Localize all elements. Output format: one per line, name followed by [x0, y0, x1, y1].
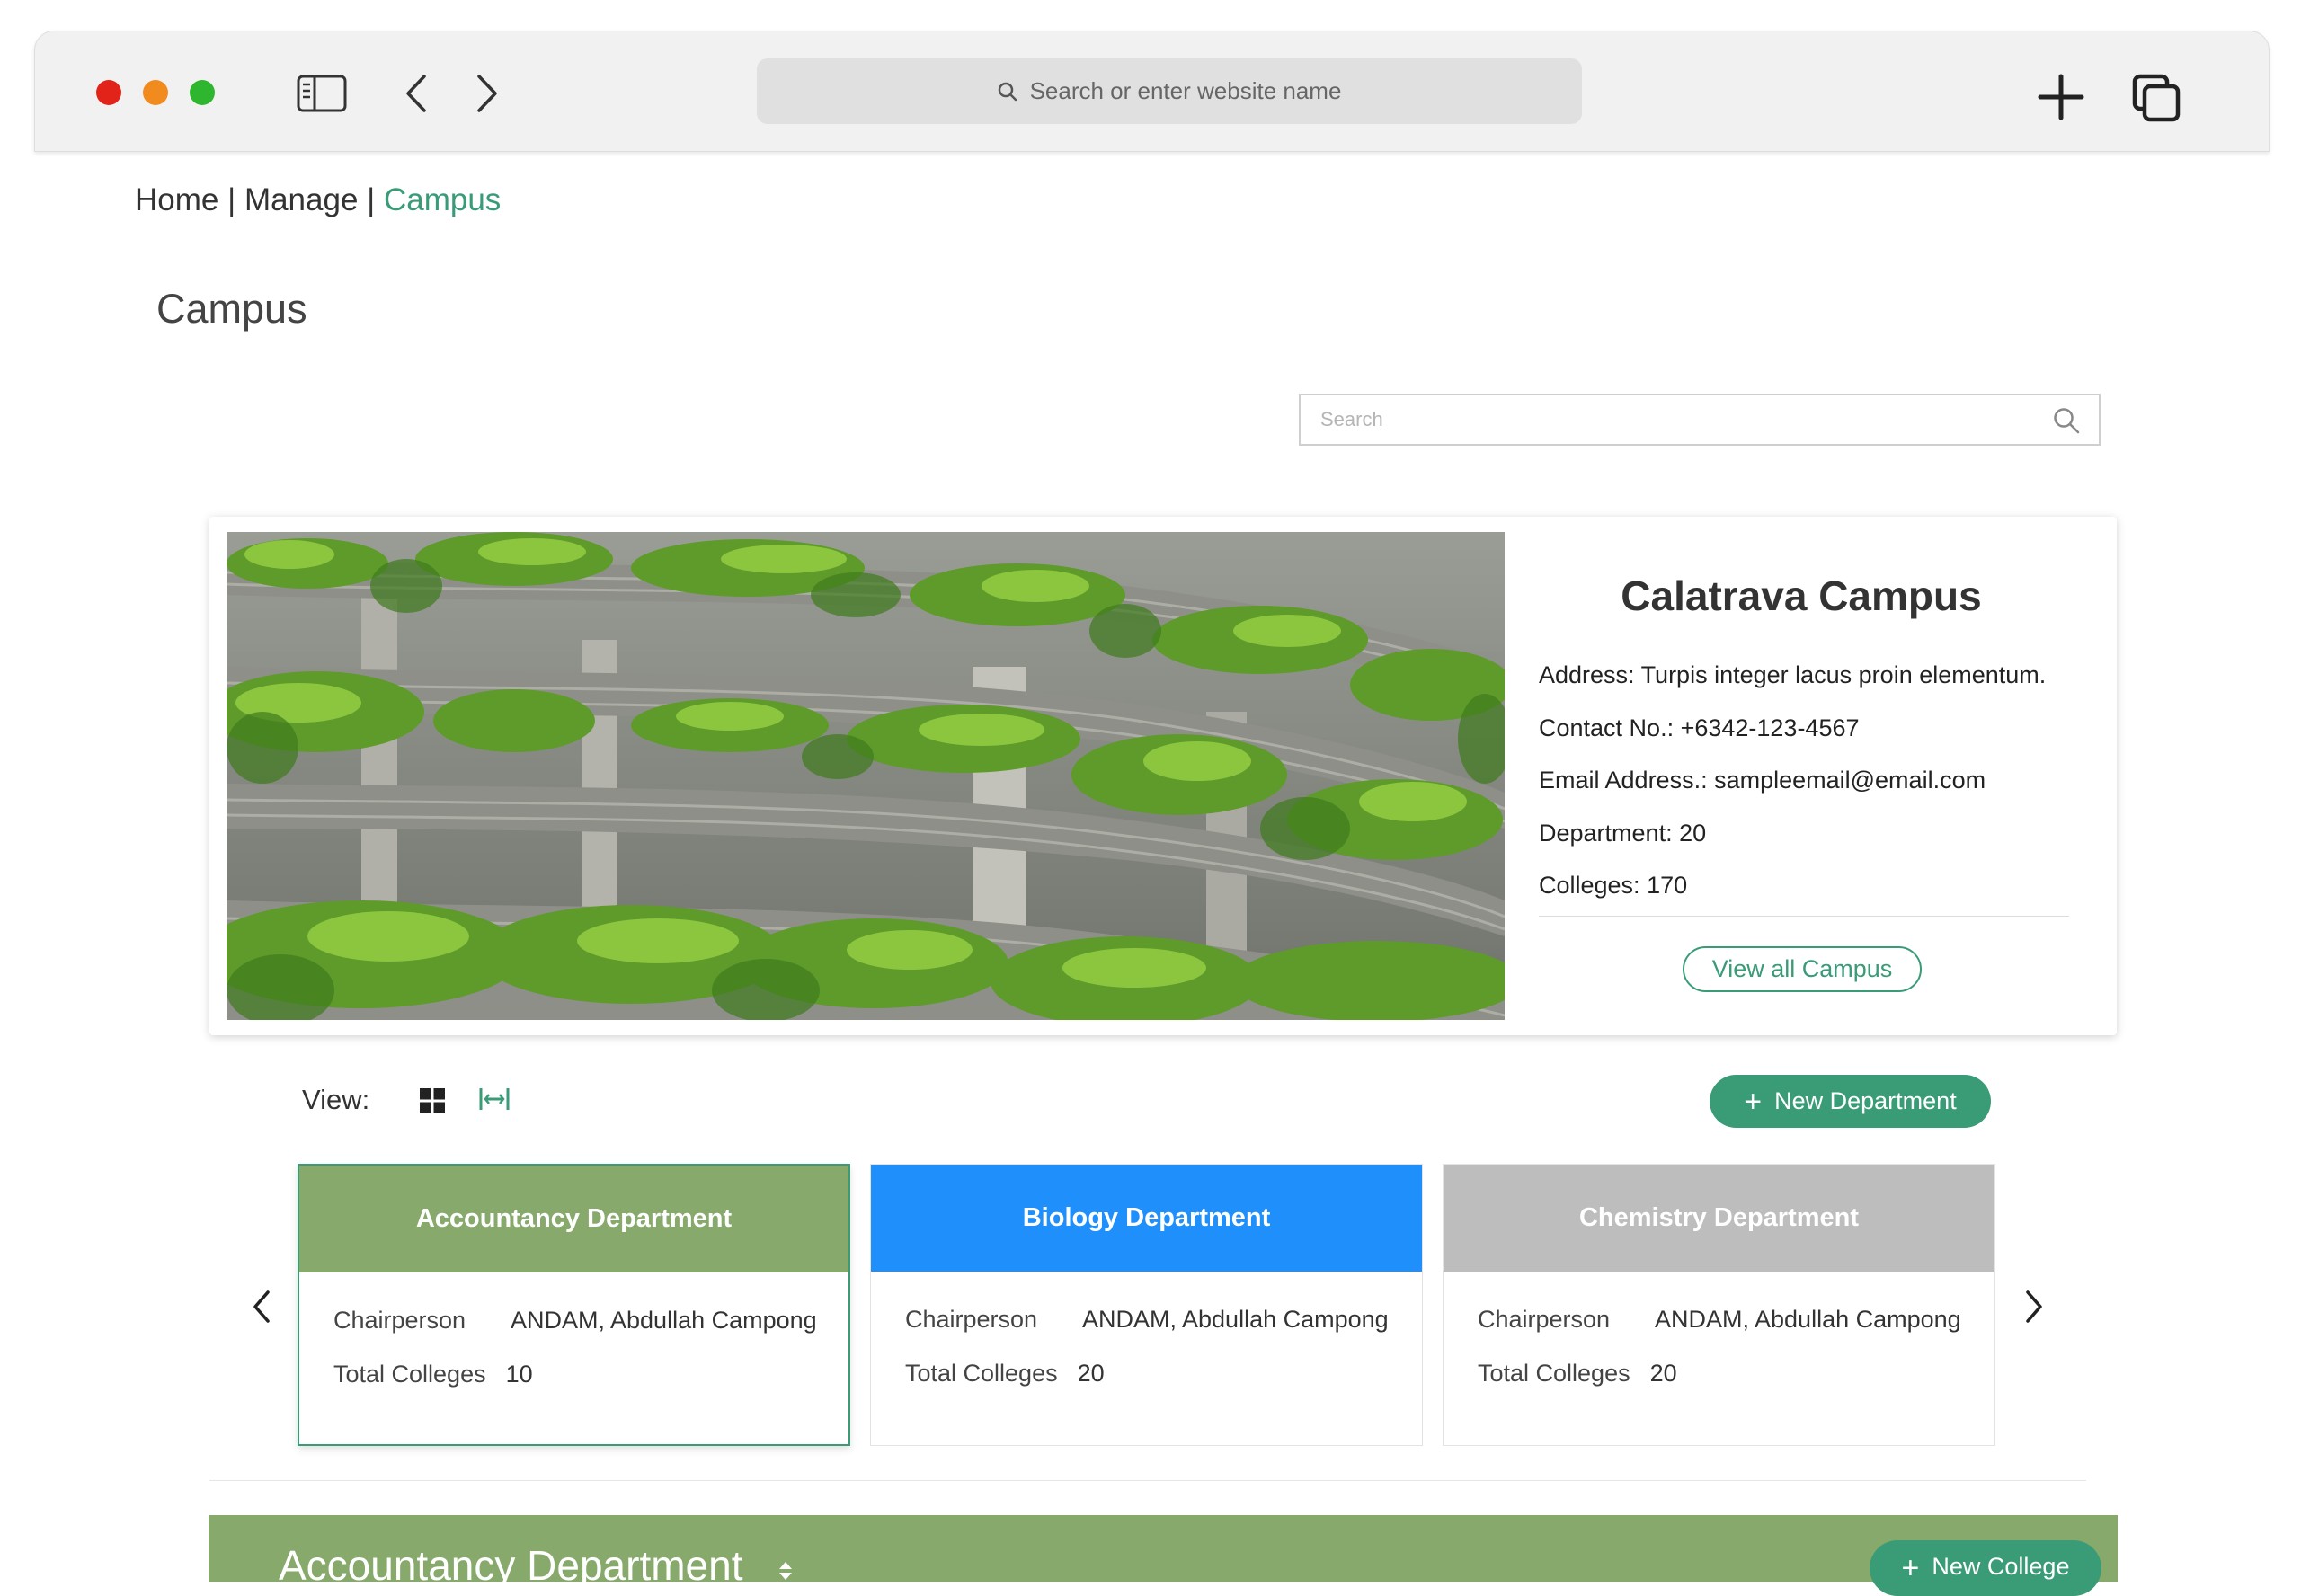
campus-photo [227, 532, 1505, 1020]
url-placeholder: Search or enter website name [1029, 77, 1342, 104]
selected-department-title: Accountancy Department [279, 1542, 743, 1589]
total-colleges-value: 20 [1649, 1360, 1677, 1387]
back-icon[interactable] [403, 73, 430, 119]
plus-icon: + [1901, 1551, 1920, 1585]
total-colleges-label: Total Colleges [1478, 1360, 1630, 1387]
campus-address: Address: Turpis integer lacus proin elem… [1539, 661, 2047, 688]
url-bar[interactable]: Search or enter website name [757, 58, 1582, 124]
page-title: Campus [156, 286, 307, 332]
campus-email: Email Address.: sampleemail@email.com [1539, 767, 1986, 794]
forward-icon[interactable] [474, 73, 501, 119]
new-department-button[interactable]: + New Department [1710, 1075, 1991, 1128]
total-colleges-value: 20 [1077, 1360, 1105, 1387]
minimize-window-button[interactable] [143, 80, 168, 105]
total-colleges-label: Total Colleges [333, 1361, 486, 1388]
search-icon[interactable] [2052, 406, 2081, 435]
breadcrumb-separator: | [227, 182, 236, 217]
divider [209, 1480, 2086, 1481]
department-card-title: Chemistry Department [1444, 1165, 1994, 1272]
tabs-icon[interactable] [2132, 74, 2181, 127]
new-college-button[interactable]: + New College [1870, 1540, 2101, 1596]
new-tab-icon[interactable] [2038, 74, 2084, 125]
view-all-campus-button[interactable]: View all Campus [1683, 946, 1922, 992]
breadcrumb-manage[interactable]: Manage [244, 182, 358, 217]
department-card-accountancy[interactable]: Accountancy Department Chairperson ANDAM,… [298, 1164, 850, 1446]
chairperson-label: Chairperson [905, 1306, 1038, 1333]
new-department-label: New Department [1774, 1087, 1957, 1114]
search-icon [998, 82, 1017, 101]
plus-icon: + [1744, 1084, 1763, 1119]
sidebar-icon[interactable] [297, 75, 347, 117]
new-college-label: New College [1932, 1553, 2070, 1580]
search-input[interactable] [1301, 395, 2059, 444]
breadcrumb-separator: | [367, 182, 376, 217]
grid-icon[interactable] [419, 1087, 446, 1119]
total-colleges-label: Total Colleges [905, 1360, 1058, 1387]
chairperson-value: ANDAM, Abdullah Campong [1082, 1306, 1389, 1333]
chairperson-value: ANDAM, Abdullah Campong [1655, 1306, 1961, 1333]
campus-contact: Contact No.: +6342-123-4567 [1539, 714, 1860, 741]
campus-department-count: Department: 20 [1539, 820, 1707, 847]
department-card-title: Biology Department [871, 1165, 1422, 1272]
view-label: View: [302, 1084, 370, 1115]
search-box [1299, 394, 2101, 446]
chairperson-label: Chairperson [333, 1307, 466, 1334]
carousel-prev-icon[interactable] [248, 1289, 275, 1329]
campus-name: Calatrava Campus [1621, 572, 1982, 619]
department-card-chemistry[interactable]: Chemistry Department Chairperson ANDAM, A… [1443, 1164, 1995, 1446]
carousel-next-icon[interactable] [2021, 1289, 2048, 1329]
zoom-window-button[interactable] [190, 80, 215, 105]
campus-college-count: Colleges: 170 [1539, 872, 1688, 899]
list-icon[interactable] [479, 1086, 510, 1117]
breadcrumb-home[interactable]: Home [135, 182, 218, 217]
close-window-button[interactable] [96, 80, 121, 105]
chairperson-value: ANDAM, Abdullah Campong [511, 1307, 817, 1334]
breadcrumb: Home | Manage | Campus [135, 182, 501, 218]
divider [1539, 916, 2069, 917]
total-colleges-value: 10 [505, 1361, 533, 1388]
department-card-biology[interactable]: Biology Department Chairperson ANDAM, Abd… [870, 1164, 1423, 1446]
sort-icon[interactable] [777, 1560, 795, 1586]
breadcrumb-current: Campus [383, 182, 502, 217]
department-card-title: Accountancy Department [299, 1166, 848, 1272]
chairperson-label: Chairperson [1478, 1306, 1611, 1333]
